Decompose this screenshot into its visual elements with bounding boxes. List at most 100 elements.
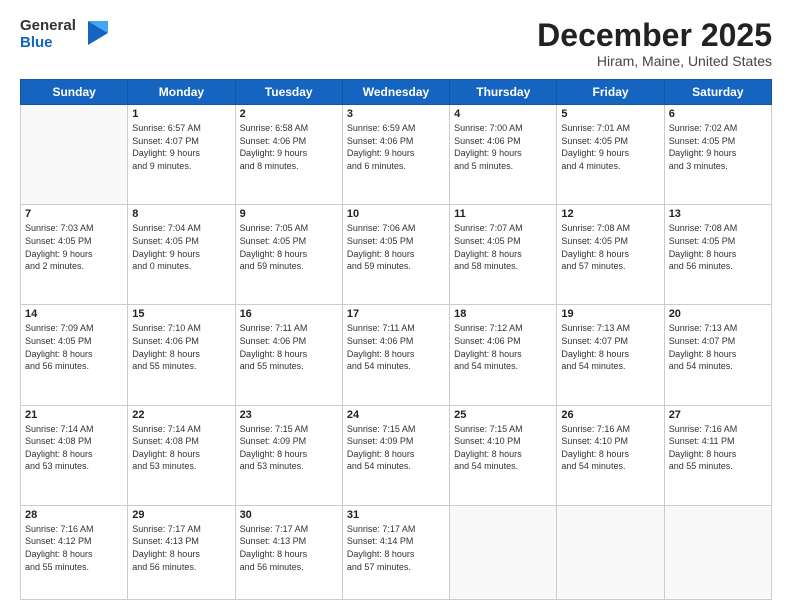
day-number: 16 (240, 308, 338, 320)
calendar-cell: 20 Sunrise: 7:13 AM Sunset: 4:07 PM Dayli… (664, 305, 771, 405)
day-number: 28 (25, 509, 123, 521)
calendar-cell: 23 Sunrise: 7:15 AM Sunset: 4:09 PM Dayli… (235, 405, 342, 505)
weekday-header-monday: Monday (128, 80, 235, 105)
day-info: Sunrise: 7:14 AM Sunset: 4:08 PM Dayligh… (25, 423, 123, 473)
day-number: 27 (669, 409, 767, 421)
day-number: 12 (561, 208, 659, 220)
logo: General Blue (20, 18, 112, 51)
calendar-cell: 29 Sunrise: 7:17 AM Sunset: 4:13 PM Dayli… (128, 505, 235, 599)
day-number: 1 (132, 108, 230, 120)
weekday-header-wednesday: Wednesday (342, 80, 449, 105)
calendar-cell (557, 505, 664, 599)
day-info: Sunrise: 7:11 AM Sunset: 4:06 PM Dayligh… (240, 322, 338, 372)
calendar-cell: 18 Sunrise: 7:12 AM Sunset: 4:06 PM Dayli… (450, 305, 557, 405)
calendar-cell: 10Sunrise: 7:06 AM Sunset: 4:05 PM Dayli… (342, 205, 449, 305)
day-number: 18 (454, 308, 552, 320)
day-number: 8 (132, 208, 230, 220)
title-block: December 2025 Hiram, Maine, United State… (537, 18, 772, 69)
day-number: 22 (132, 409, 230, 421)
day-info: Sunrise: 7:08 AM Sunset: 4:05 PM Dayligh… (561, 222, 659, 272)
day-info: Sunrise: 7:03 AM Sunset: 4:05 PM Dayligh… (25, 222, 123, 272)
calendar-cell: 6Sunrise: 7:02 AM Sunset: 4:05 PM Daylig… (664, 105, 771, 205)
calendar-cell (664, 505, 771, 599)
day-number: 25 (454, 409, 552, 421)
calendar-cell: 31 Sunrise: 7:17 AM Sunset: 4:14 PM Dayli… (342, 505, 449, 599)
calendar-cell: 27 Sunrise: 7:16 AM Sunset: 4:11 PM Dayli… (664, 405, 771, 505)
day-info: Sunrise: 7:15 AM Sunset: 4:09 PM Dayligh… (240, 423, 338, 473)
week-row-2: 7Sunrise: 7:03 AM Sunset: 4:05 PM Daylig… (21, 205, 772, 305)
calendar-cell: 24 Sunrise: 7:15 AM Sunset: 4:09 PM Dayli… (342, 405, 449, 505)
weekday-header-sunday: Sunday (21, 80, 128, 105)
calendar-cell: 22 Sunrise: 7:14 AM Sunset: 4:08 PM Dayli… (128, 405, 235, 505)
location: Hiram, Maine, United States (537, 53, 772, 69)
day-info: Sunrise: 7:17 AM Sunset: 4:14 PM Dayligh… (347, 523, 445, 573)
calendar-cell (450, 505, 557, 599)
week-row-3: 14Sunrise: 7:09 AM Sunset: 4:05 PM Dayli… (21, 305, 772, 405)
day-number: 3 (347, 108, 445, 120)
day-info: Sunrise: 7:14 AM Sunset: 4:08 PM Dayligh… (132, 423, 230, 473)
calendar-table: SundayMondayTuesdayWednesdayThursdayFrid… (20, 79, 772, 600)
calendar-cell: 2 Sunrise: 6:58 AM Sunset: 4:06 PM Daylig… (235, 105, 342, 205)
weekday-header-tuesday: Tuesday (235, 80, 342, 105)
day-info: Sunrise: 7:08 AM Sunset: 4:05 PM Dayligh… (669, 222, 767, 272)
calendar-cell: 17 Sunrise: 7:11 AM Sunset: 4:06 PM Dayli… (342, 305, 449, 405)
calendar-cell: 4 Sunrise: 7:00 AM Sunset: 4:06 PM Daylig… (450, 105, 557, 205)
calendar-cell: 25Sunrise: 7:15 AM Sunset: 4:10 PM Dayli… (450, 405, 557, 505)
day-number: 23 (240, 409, 338, 421)
day-info: Sunrise: 7:15 AM Sunset: 4:09 PM Dayligh… (347, 423, 445, 473)
calendar-cell: 15 Sunrise: 7:10 AM Sunset: 4:06 PM Dayli… (128, 305, 235, 405)
logo-blue: Blue (20, 35, 76, 52)
day-info: Sunrise: 7:12 AM Sunset: 4:06 PM Dayligh… (454, 322, 552, 372)
day-number: 10 (347, 208, 445, 220)
day-info: Sunrise: 7:10 AM Sunset: 4:06 PM Dayligh… (132, 322, 230, 372)
calendar-cell: 26Sunrise: 7:16 AM Sunset: 4:10 PM Dayli… (557, 405, 664, 505)
day-number: 2 (240, 108, 338, 120)
day-number: 20 (669, 308, 767, 320)
calendar-cell: 30 Sunrise: 7:17 AM Sunset: 4:13 PM Dayli… (235, 505, 342, 599)
calendar-cell: 28Sunrise: 7:16 AM Sunset: 4:12 PM Dayli… (21, 505, 128, 599)
day-number: 17 (347, 308, 445, 320)
logo-general: General (20, 18, 76, 35)
day-info: Sunrise: 6:57 AM Sunset: 4:07 PM Dayligh… (132, 122, 230, 172)
day-number: 31 (347, 509, 445, 521)
calendar-cell (21, 105, 128, 205)
calendar-cell: 8 Sunrise: 7:04 AM Sunset: 4:05 PM Daylig… (128, 205, 235, 305)
calendar-cell: 7Sunrise: 7:03 AM Sunset: 4:05 PM Daylig… (21, 205, 128, 305)
calendar-cell: 11 Sunrise: 7:07 AM Sunset: 4:05 PM Dayli… (450, 205, 557, 305)
day-number: 4 (454, 108, 552, 120)
day-info: Sunrise: 7:00 AM Sunset: 4:06 PM Dayligh… (454, 122, 552, 172)
day-info: Sunrise: 7:07 AM Sunset: 4:05 PM Dayligh… (454, 222, 552, 272)
calendar-cell: 14Sunrise: 7:09 AM Sunset: 4:05 PM Dayli… (21, 305, 128, 405)
day-number: 26 (561, 409, 659, 421)
header: General Blue December 2025 Hiram, Maine,… (20, 18, 772, 69)
calendar-cell: 9 Sunrise: 7:05 AM Sunset: 4:05 PM Daylig… (235, 205, 342, 305)
day-info: Sunrise: 7:17 AM Sunset: 4:13 PM Dayligh… (132, 523, 230, 573)
day-info: Sunrise: 6:59 AM Sunset: 4:06 PM Dayligh… (347, 122, 445, 172)
day-number: 11 (454, 208, 552, 220)
day-info: Sunrise: 7:05 AM Sunset: 4:05 PM Dayligh… (240, 222, 338, 272)
calendar-cell: 16 Sunrise: 7:11 AM Sunset: 4:06 PM Dayli… (235, 305, 342, 405)
weekday-header-saturday: Saturday (664, 80, 771, 105)
page: General Blue December 2025 Hiram, Maine,… (0, 0, 792, 612)
day-number: 24 (347, 409, 445, 421)
day-info: Sunrise: 7:04 AM Sunset: 4:05 PM Dayligh… (132, 222, 230, 272)
day-info: Sunrise: 7:01 AM Sunset: 4:05 PM Dayligh… (561, 122, 659, 172)
day-number: 14 (25, 308, 123, 320)
calendar-cell: 3 Sunrise: 6:59 AM Sunset: 4:06 PM Daylig… (342, 105, 449, 205)
day-number: 5 (561, 108, 659, 120)
day-info: Sunrise: 7:11 AM Sunset: 4:06 PM Dayligh… (347, 322, 445, 372)
calendar-cell: 5 Sunrise: 7:01 AM Sunset: 4:05 PM Daylig… (557, 105, 664, 205)
calendar-cell: 12 Sunrise: 7:08 AM Sunset: 4:05 PM Dayli… (557, 205, 664, 305)
day-info: Sunrise: 7:17 AM Sunset: 4:13 PM Dayligh… (240, 523, 338, 573)
day-info: Sunrise: 6:58 AM Sunset: 4:06 PM Dayligh… (240, 122, 338, 172)
month-title: December 2025 (537, 18, 772, 53)
weekday-header-thursday: Thursday (450, 80, 557, 105)
day-number: 9 (240, 208, 338, 220)
day-number: 15 (132, 308, 230, 320)
day-info: Sunrise: 7:13 AM Sunset: 4:07 PM Dayligh… (669, 322, 767, 372)
day-info: Sunrise: 7:16 AM Sunset: 4:11 PM Dayligh… (669, 423, 767, 473)
day-number: 30 (240, 509, 338, 521)
day-info: Sunrise: 7:02 AM Sunset: 4:05 PM Dayligh… (669, 122, 767, 172)
calendar-cell: 1 Sunrise: 6:57 AM Sunset: 4:07 PM Daylig… (128, 105, 235, 205)
day-number: 29 (132, 509, 230, 521)
